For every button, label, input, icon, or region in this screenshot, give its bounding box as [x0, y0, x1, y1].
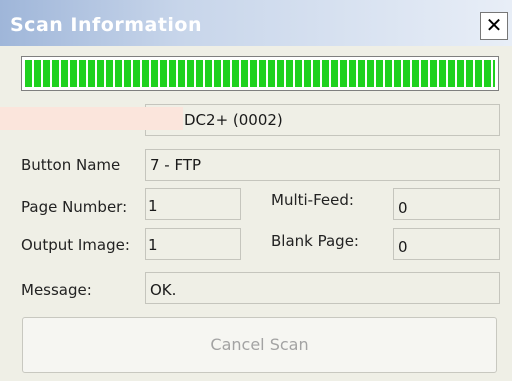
page-number-label: Page Number:	[21, 198, 128, 216]
button-name-label: Button Name	[21, 156, 121, 174]
output-image-field: 1	[145, 228, 241, 260]
blank-page-field: 0	[393, 228, 500, 260]
scan-information-dialog: Scan Information ✕ DC2+ (0002) Button Na…	[0, 0, 512, 381]
multi-feed-field: 0	[393, 188, 500, 220]
window-title: Scan Information	[10, 14, 202, 36]
scan-progress-bar	[21, 56, 499, 91]
scanner-name-field: DC2+ (0002)	[145, 104, 500, 136]
message-field: OK.	[145, 272, 500, 304]
scanner-name-value: DC2+ (0002)	[184, 111, 283, 129]
button-name-value: 7 - FTP	[150, 156, 202, 174]
output-image-label: Output Image:	[21, 236, 130, 254]
button-name-field: 7 - FTP	[145, 149, 500, 181]
redacted-overlay	[0, 107, 183, 130]
cancel-scan-button[interactable]: Cancel Scan	[22, 317, 497, 373]
blank-page-value: 0	[398, 238, 408, 256]
blank-page-label: Blank Page:	[271, 232, 359, 250]
message-value: OK.	[150, 281, 177, 299]
output-image-value: 1	[148, 236, 158, 254]
multi-feed-label: Multi-Feed:	[271, 191, 354, 209]
close-icon[interactable]: ✕	[480, 12, 508, 40]
progress-fill	[25, 60, 495, 87]
page-number-field: 1	[145, 188, 241, 220]
title-bar: Scan Information ✕	[0, 0, 512, 46]
message-label: Message:	[21, 281, 92, 299]
multi-feed-value: 0	[398, 199, 408, 217]
page-number-value: 1	[148, 197, 158, 215]
